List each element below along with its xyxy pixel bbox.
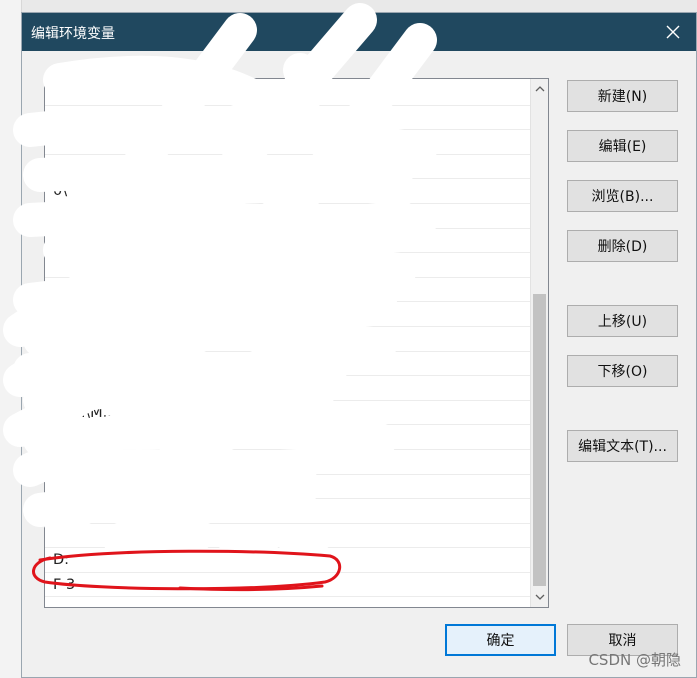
list-item[interactable] xyxy=(45,253,531,278)
list-item[interactable] xyxy=(45,204,531,229)
list-item[interactable]: er\ n\ xyxy=(45,425,531,450)
list-item[interactable] xyxy=(45,130,531,155)
close-button[interactable] xyxy=(650,13,696,51)
list-item[interactable] xyxy=(45,450,531,475)
list-item[interactable]: D: xyxy=(45,548,531,573)
dialog-title: 编辑环境变量 xyxy=(31,26,115,42)
list-item[interactable]: D xyxy=(45,499,531,524)
title-bar: 编辑环境变量 xyxy=(22,13,696,51)
scrollbar-thumb[interactable] xyxy=(533,294,546,586)
background-window-edge xyxy=(0,0,22,678)
scroll-down-button[interactable] xyxy=(531,589,548,606)
list-item[interactable]: DB\10\T... xyxy=(45,278,531,303)
edit-env-var-dialog: 编辑环境变量 tem3 \Wbe 0\ DB\10\T... bin\ C \B 12 n\… xyxy=(21,12,697,678)
list-item[interactable]: 0\ xyxy=(45,179,531,204)
list-item[interactable] xyxy=(45,524,531,549)
list-item[interactable] xyxy=(45,302,531,327)
browse-button[interactable]: 浏览(B)... xyxy=(567,180,678,212)
list-item[interactable]: F 3 xyxy=(45,573,531,598)
vertical-scrollbar[interactable] xyxy=(530,79,548,607)
path-list[interactable]: tem3 \Wbe 0\ DB\10\T... bin\ C \B 12 n\M... er\… xyxy=(44,78,549,608)
move-up-button[interactable]: 上移(U) xyxy=(567,305,678,337)
list-item[interactable]: \Wbe xyxy=(45,155,531,180)
edit-button[interactable]: 编辑(E) xyxy=(567,130,678,162)
close-icon xyxy=(666,25,680,39)
move-down-button[interactable]: 下移(O) xyxy=(567,355,678,387)
path-list-rows: tem3 \Wbe 0\ DB\10\T... bin\ C \B 12 n\M... er\… xyxy=(45,81,531,607)
new-button[interactable]: 新建(N) xyxy=(567,80,678,112)
list-item[interactable] xyxy=(45,229,531,254)
list-item[interactable] xyxy=(45,597,531,607)
watermark: CSDN @朝隐 xyxy=(588,651,681,669)
list-item[interactable] xyxy=(45,475,531,500)
scroll-up-button[interactable] xyxy=(531,80,548,97)
list-item[interactable]: C \B xyxy=(45,376,531,401)
ok-button[interactable]: 确定 xyxy=(445,624,556,656)
chevron-down-icon xyxy=(535,594,544,600)
delete-button[interactable]: 删除(D) xyxy=(567,230,678,262)
edit-text-button[interactable]: 编辑文本(T)... xyxy=(567,430,678,462)
list-item[interactable] xyxy=(45,81,531,106)
list-item[interactable]: bin\ xyxy=(45,352,531,377)
list-item[interactable] xyxy=(45,327,531,352)
chevron-up-icon xyxy=(535,86,544,92)
list-item[interactable]: tem3 xyxy=(45,106,531,131)
list-item[interactable]: 12 n\M... xyxy=(45,401,531,426)
